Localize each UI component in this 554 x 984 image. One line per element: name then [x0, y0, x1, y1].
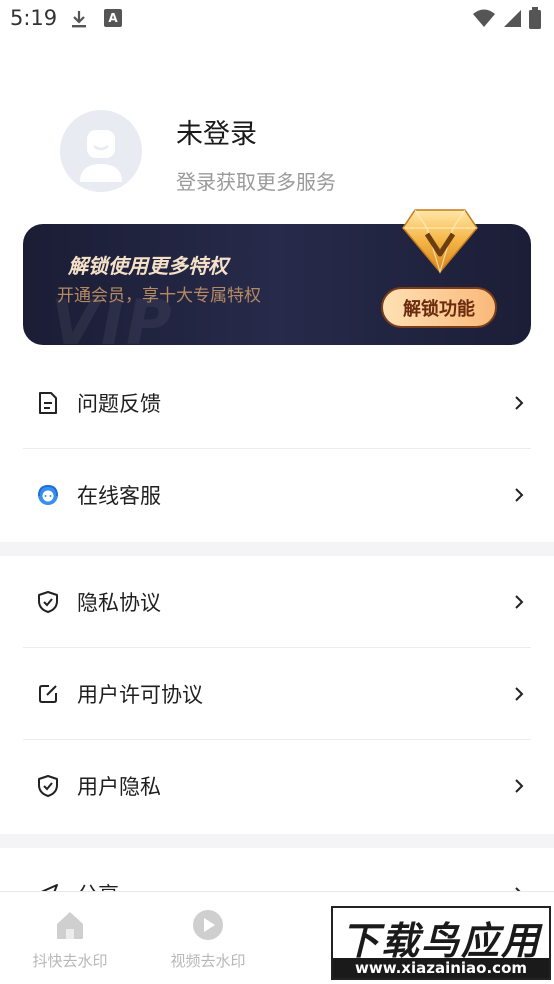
menu-label-user-license: 用户许可协议	[77, 682, 203, 707]
tab-label: 视频去水印	[170, 952, 246, 970]
menu-item-privacy-agreement[interactable]: 隐私协议	[23, 556, 531, 648]
watermark-title: 下载鸟应用	[340, 919, 541, 963]
shield-check-icon	[35, 589, 61, 615]
section-divider	[0, 542, 554, 556]
menu-label-online-service: 在线客服	[77, 484, 161, 508]
menu-group-legal: 隐私协议 用户许可协议 用户隐私	[0, 556, 554, 832]
chevron-right-icon	[515, 488, 524, 502]
unlock-button[interactable]: 解锁功能	[381, 287, 497, 328]
menu-group-support: 问题反馈 在线客服	[0, 357, 554, 541]
vip-title: 解锁使用更多特权	[68, 254, 228, 278]
play-icon	[193, 910, 223, 940]
app-notification-icon: A	[104, 9, 122, 27]
menu-item-feedback[interactable]: 问题反馈	[23, 357, 531, 449]
headset-icon	[35, 482, 61, 508]
avatar-placeholder-icon	[80, 130, 122, 182]
status-right-icons	[472, 7, 542, 29]
profile-subtitle: 登录获取更多服务	[176, 170, 336, 194]
avatar[interactable]	[60, 110, 142, 192]
tab-remove-watermark-video[interactable]: 视频去水印	[138, 908, 278, 971]
vip-subtitle: 开通会员，享十大专属特权	[57, 286, 261, 306]
status-time: 5:19	[10, 6, 58, 30]
signal-icon	[504, 10, 521, 27]
chevron-right-icon	[515, 686, 524, 701]
menu-label-feedback: 问题反馈	[77, 391, 161, 416]
watermark-url: www.xiazainiao.com	[333, 958, 549, 978]
chevron-right-icon	[515, 594, 524, 609]
profile-name[interactable]: 未登录	[176, 112, 257, 151]
wifi-icon	[473, 9, 495, 27]
tab-label: 抖快去水印	[32, 952, 108, 970]
chevron-right-icon	[515, 395, 524, 410]
status-bar: 5:19 A	[0, 0, 554, 38]
document-icon	[35, 390, 61, 416]
site-watermark-logo: 下载鸟应用 www.xiazainiao.com	[331, 906, 551, 980]
tab-remove-watermark-douyin[interactable]: 抖快去水印	[0, 908, 140, 971]
edit-icon	[35, 681, 61, 707]
diamond-icon	[402, 209, 478, 275]
menu-label-privacy-agreement: 隐私协议	[77, 590, 161, 615]
shield-check-icon	[35, 773, 61, 799]
download-icon	[72, 11, 86, 28]
section-divider	[0, 834, 554, 848]
menu-item-user-privacy[interactable]: 用户隐私	[23, 740, 531, 832]
menu-item-online-service[interactable]: 在线客服	[23, 449, 531, 541]
menu-label-user-privacy: 用户隐私	[77, 775, 161, 799]
home-icon	[57, 912, 83, 939]
chevron-right-icon	[515, 779, 524, 793]
menu-item-user-license[interactable]: 用户许可协议	[23, 648, 531, 740]
battery-icon	[529, 7, 541, 29]
profile-section[interactable]: 未登录 登录获取更多服务	[0, 100, 554, 210]
